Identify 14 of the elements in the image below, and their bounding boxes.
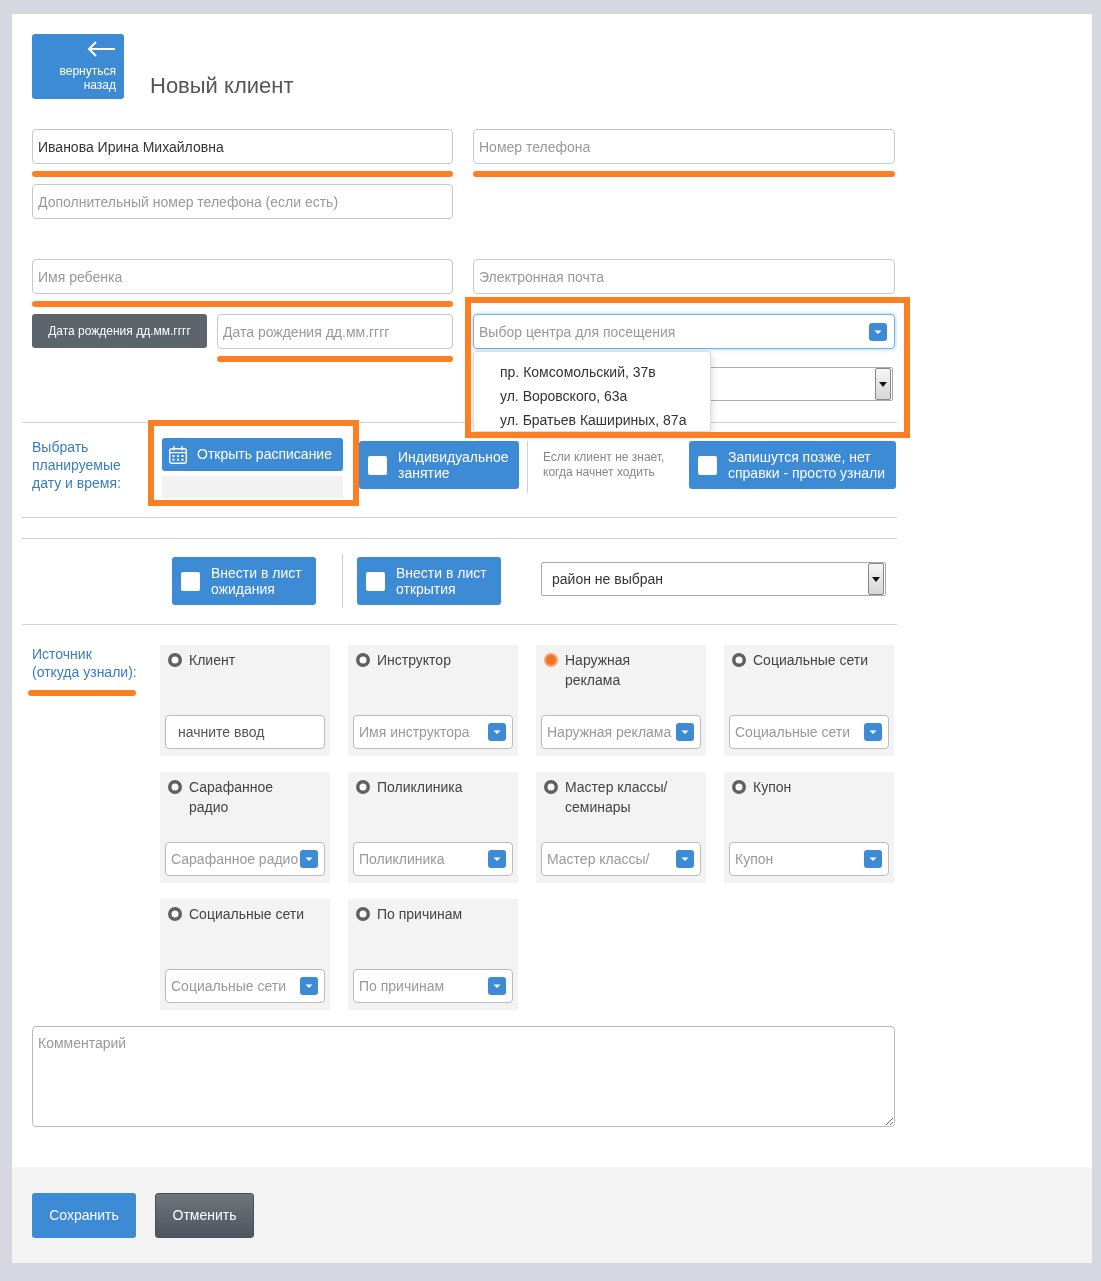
field-label: Выбрать планируемые дату и время:: [32, 438, 122, 492]
option-label: Социальные сети: [189, 905, 305, 924]
option-label: Клиент: [189, 651, 237, 670]
option-label: Инструктор: [377, 651, 452, 670]
option-label: Поликлиника: [377, 778, 464, 797]
option-label: Наружная реклама: [565, 651, 632, 690]
field-label: Источник (откуда узнали):: [32, 645, 138, 681]
hint-text: Если клиент не знает, когда начнет ходить: [543, 450, 666, 480]
option-label: Сарафанное радио: [189, 778, 274, 817]
option-label: По причинам: [377, 905, 464, 924]
page-title: Новый клиент: [150, 73, 294, 99]
option-label: Купон: [753, 778, 793, 797]
option-label: Социальные сети: [753, 651, 869, 670]
option-label: Мастер классы/ семинары: [565, 778, 669, 817]
